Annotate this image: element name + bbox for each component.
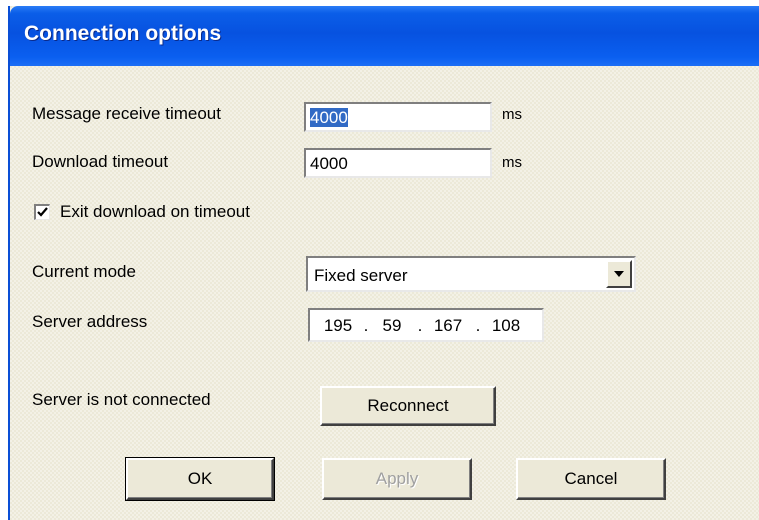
message-receive-timeout-value: 4000 [310,108,348,127]
download-timeout-value: 4000 [310,154,348,173]
exit-download-label: Exit download on timeout [60,202,250,221]
message-receive-timeout-unit: ms [502,106,522,123]
current-mode-dropdown-button[interactable] [606,260,632,288]
current-mode-select[interactable]: Fixed server [306,256,636,292]
download-timeout-unit: ms [502,154,522,171]
dialog-title: Connection options [24,22,222,45]
connection-status-text: Server is not connected [32,390,211,409]
download-timeout-label: Download timeout [32,152,169,171]
reconnect-button[interactable]: Reconnect [320,386,496,426]
ip-octet-3[interactable]: 167 [428,316,468,336]
apply-button[interactable]: Apply [322,458,472,500]
ok-button[interactable]: OK [125,457,275,501]
current-mode-label: Current mode [32,262,136,281]
message-receive-timeout-label: Message receive timeout [32,104,221,123]
chevron-down-icon [614,271,624,277]
title-bar[interactable]: Connection options [10,6,759,66]
ip-octet-2[interactable]: 59 [372,316,412,336]
cancel-button[interactable]: Cancel [516,458,666,500]
ip-octet-1[interactable]: 195 [318,316,358,336]
download-timeout-input[interactable]: 4000 [304,148,492,178]
connection-options-dialog: Connection options Message receive timeo… [8,6,759,520]
exit-download-checkbox[interactable] [34,204,50,220]
server-address-label: Server address [32,312,148,331]
ip-octet-4[interactable]: 108 [486,316,526,336]
check-icon [37,207,48,217]
ip-dot: . [417,316,423,335]
ip-dot: . [363,316,369,335]
server-address-input[interactable]: 195 . 59 . 167 . 108 [308,308,544,342]
message-receive-timeout-input[interactable]: 4000 [304,102,492,132]
current-mode-value: Fixed server [314,266,408,285]
ip-dot: . [475,316,481,335]
